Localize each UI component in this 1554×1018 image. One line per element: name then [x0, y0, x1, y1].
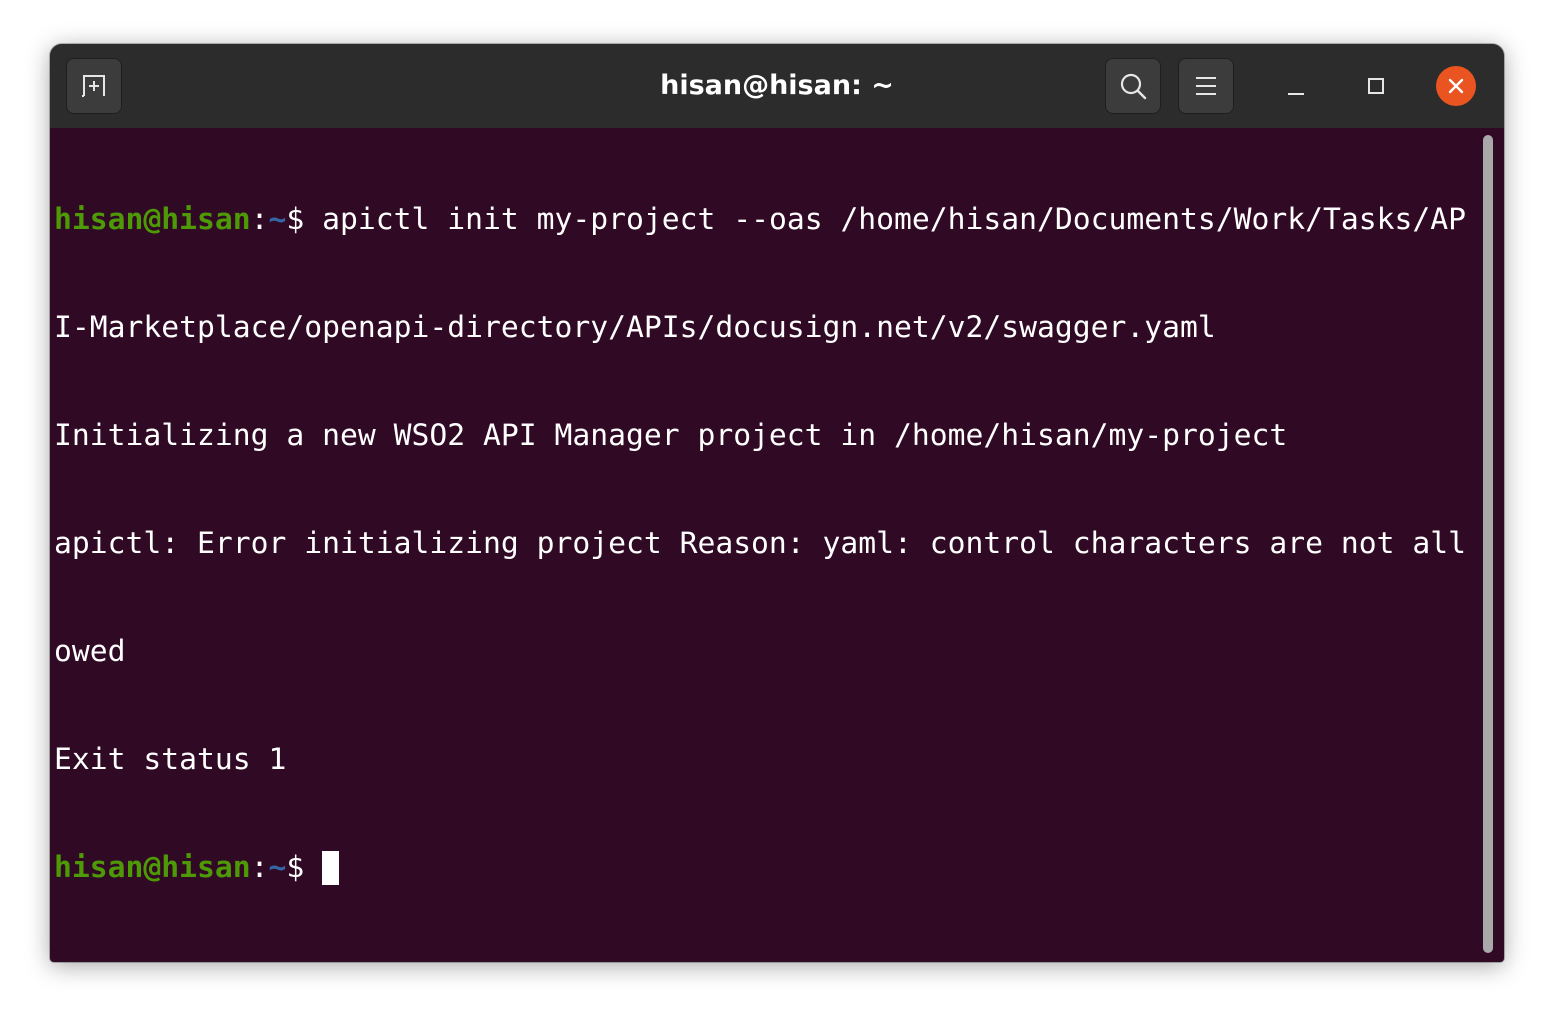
prompt-symbol: $: [286, 850, 323, 885]
new-tab-button[interactable]: [66, 58, 122, 114]
new-tab-icon: [82, 75, 105, 97]
prompt-path: ~: [268, 202, 287, 237]
minimize-button[interactable]: [1276, 66, 1316, 106]
maximize-icon: [1368, 78, 1384, 94]
terminal-output-area[interactable]: hisan@hisan:~$ apictl init my-project --…: [50, 128, 1504, 962]
menu-button[interactable]: [1178, 58, 1234, 114]
output-line: I-Marketplace/openapi-directory/APIs/doc…: [54, 310, 1216, 345]
title-bar[interactable]: hisan@hisan: ~: [50, 44, 1504, 128]
search-icon: [1120, 73, 1147, 100]
output-line: Exit status 1: [54, 742, 287, 777]
prompt-colon: :: [250, 850, 269, 885]
minimize-icon: [1288, 93, 1304, 95]
prompt-path: ~: [268, 850, 287, 885]
terminal-window: hisan@hisan: ~ hisan@hisan:~$ apictl ini…: [50, 44, 1504, 962]
prompt-symbol: $: [286, 202, 323, 237]
maximize-button[interactable]: [1356, 66, 1396, 106]
scrollbar[interactable]: [1483, 135, 1493, 953]
command-line: hisan@hisan:~$ apictl init my-project --…: [54, 202, 1480, 238]
search-button[interactable]: [1105, 58, 1161, 114]
output-line: apictl: Error initializing project Reaso…: [54, 526, 1466, 561]
close-button[interactable]: [1436, 66, 1476, 106]
terminal-text[interactable]: hisan@hisan:~$ apictl init my-project --…: [54, 130, 1480, 958]
output-line: owed: [54, 634, 126, 669]
prompt-colon: :: [250, 202, 269, 237]
close-icon: [1448, 78, 1464, 94]
output-line: Initializing a new WSO2 API Manager proj…: [54, 418, 1288, 453]
text-cursor: [322, 851, 340, 885]
command-text: apictl init my-project --oas /home/hisan…: [322, 202, 1467, 237]
prompt-user-host: hisan@hisan: [54, 202, 251, 237]
active-prompt-line[interactable]: hisan@hisan:~$: [54, 850, 1480, 886]
hamburger-menu-icon: [1196, 77, 1216, 95]
prompt-user-host: hisan@hisan: [54, 850, 251, 885]
